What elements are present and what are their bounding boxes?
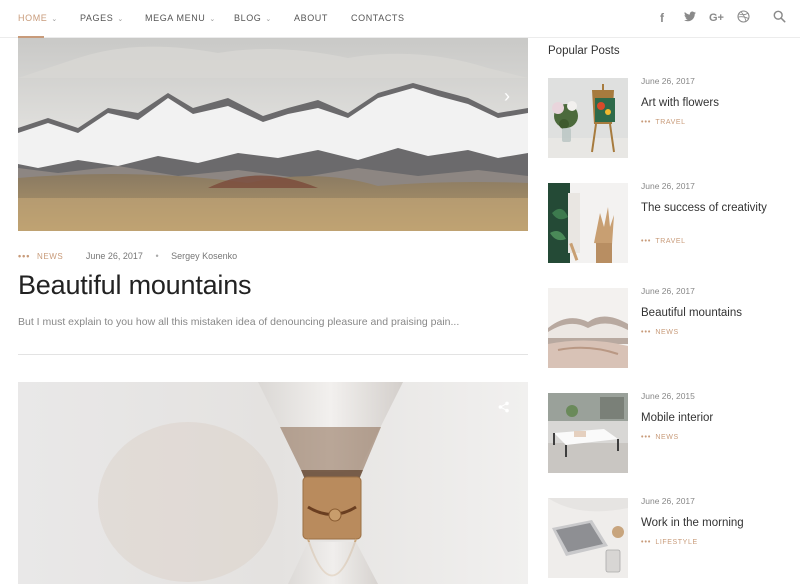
popular-post-item: June 26, 2017 The success of creativity …: [548, 181, 788, 265]
popular-post-category-link[interactable]: TRAVEL: [655, 119, 685, 126]
popular-post-item: June 26, 2015 Mobile interior ••• NEWS: [548, 391, 788, 475]
popular-post-thumbnail[interactable]: [548, 78, 628, 158]
nav-mega-menu[interactable]: MEGA MENU ⌄: [145, 13, 216, 23]
nav-home-label: HOME: [18, 13, 48, 23]
popular-post-category: ••• TRAVEL: [641, 119, 686, 126]
dots-icon: •••: [641, 434, 652, 441]
laptop-bed-image: [548, 498, 628, 578]
nav-about[interactable]: ABOUT: [294, 13, 328, 23]
wooden-hand-image: [548, 183, 628, 263]
popular-posts-title: Popular Posts: [548, 45, 620, 57]
dots-icon: •••: [641, 329, 652, 336]
mountains-image: [18, 38, 528, 231]
popular-post-title[interactable]: The success of creativity: [641, 201, 781, 215]
search-icon[interactable]: [773, 10, 786, 26]
share-icon[interactable]: [498, 400, 510, 418]
mountains-thumbnail-image: [548, 288, 628, 368]
bullet-separator: •: [155, 251, 159, 261]
post-featured-image-mountains[interactable]: ›: [18, 38, 528, 231]
popular-post-category-link[interactable]: LIFESTYLE: [655, 539, 697, 546]
nav-contacts-label: CONTACTS: [351, 13, 405, 23]
popular-post-category: ••• NEWS: [641, 434, 679, 441]
twitter-icon[interactable]: [684, 11, 696, 25]
popular-post-date: June 26, 2017: [641, 181, 695, 191]
nav-pages-label: PAGES: [80, 13, 114, 23]
chevron-right-icon[interactable]: ›: [504, 86, 510, 107]
post-category-link[interactable]: NEWS: [37, 252, 63, 261]
popular-post-title[interactable]: Mobile interior: [641, 411, 781, 425]
post-divider: [18, 354, 528, 355]
popular-post-date: June 26, 2017: [641, 286, 695, 296]
popular-post-thumbnail[interactable]: [548, 498, 628, 578]
nav-about-label: ABOUT: [294, 13, 329, 23]
popular-post-title[interactable]: Art with flowers: [641, 96, 781, 110]
post-date: June 26, 2017: [85, 251, 143, 261]
dots-icon: •••: [641, 539, 652, 546]
nav-home[interactable]: HOME ⌄: [18, 13, 58, 23]
post-excerpt: But I must explain to you how all this m…: [18, 316, 460, 328]
popular-post-category: ••• TRAVEL: [641, 238, 686, 245]
nav-blog-label: BLOG: [234, 13, 262, 23]
popular-post-category-link[interactable]: NEWS: [655, 329, 678, 336]
google-plus-icon[interactable]: G+: [709, 12, 724, 24]
popular-post-item: June 26, 2017 Beautiful mountains ••• NEW…: [548, 286, 788, 370]
chevron-down-icon: ⌄: [117, 16, 124, 23]
popular-post-category-link[interactable]: NEWS: [655, 434, 678, 441]
chevron-down-icon: ⌄: [209, 16, 216, 23]
popular-post-item: June 26, 2017 Art with flowers ••• TRAVEL: [548, 76, 788, 160]
nav-pages[interactable]: PAGES ⌄: [80, 13, 124, 23]
popular-post-title[interactable]: Work in the morning: [641, 516, 781, 530]
coffee-maker-image: [18, 382, 528, 584]
nav-blog[interactable]: BLOG ⌄: [234, 13, 272, 23]
dots-icon: •••: [18, 251, 31, 261]
popular-post-date: June 26, 2015: [641, 391, 695, 401]
popular-post-category: ••• LIFESTYLE: [641, 539, 698, 546]
popular-post-item: June 26, 2017 Work in the morning ••• LIF…: [548, 496, 788, 580]
nav-mega-menu-label: MEGA MENU: [145, 13, 206, 23]
popular-post-date: June 26, 2017: [641, 76, 695, 86]
post-meta: ••• NEWS June 26, 2017 • Sergey Kosenko: [18, 251, 237, 261]
popular-post-date: June 26, 2017: [641, 496, 695, 506]
post-featured-image-coffee[interactable]: [18, 382, 528, 584]
dots-icon: •••: [641, 119, 652, 126]
flowers-painting-image: [548, 78, 628, 158]
dribbble-icon[interactable]: [737, 10, 750, 26]
chevron-down-icon: ⌄: [51, 16, 58, 23]
dots-icon: •••: [641, 238, 652, 245]
nav-contacts[interactable]: CONTACTS: [351, 13, 405, 23]
chevron-down-icon: ⌄: [265, 16, 272, 23]
popular-post-thumbnail[interactable]: [548, 393, 628, 473]
post-author-link[interactable]: Sergey Kosenko: [171, 251, 237, 261]
post-title[interactable]: Beautiful mountains: [18, 270, 252, 301]
interior-image: [548, 393, 628, 473]
top-navigation: HOME ⌄ PAGES ⌄ MEGA MENU ⌄ BLOG ⌄ ABOUT CONT…: [0, 0, 800, 38]
popular-post-thumbnail[interactable]: [548, 288, 628, 368]
popular-post-category: ••• NEWS: [641, 329, 679, 336]
popular-post-thumbnail[interactable]: [548, 183, 628, 263]
popular-post-title[interactable]: Beautiful mountains: [641, 306, 781, 320]
facebook-icon[interactable]: f: [660, 11, 664, 25]
popular-post-category-link[interactable]: TRAVEL: [655, 238, 685, 245]
